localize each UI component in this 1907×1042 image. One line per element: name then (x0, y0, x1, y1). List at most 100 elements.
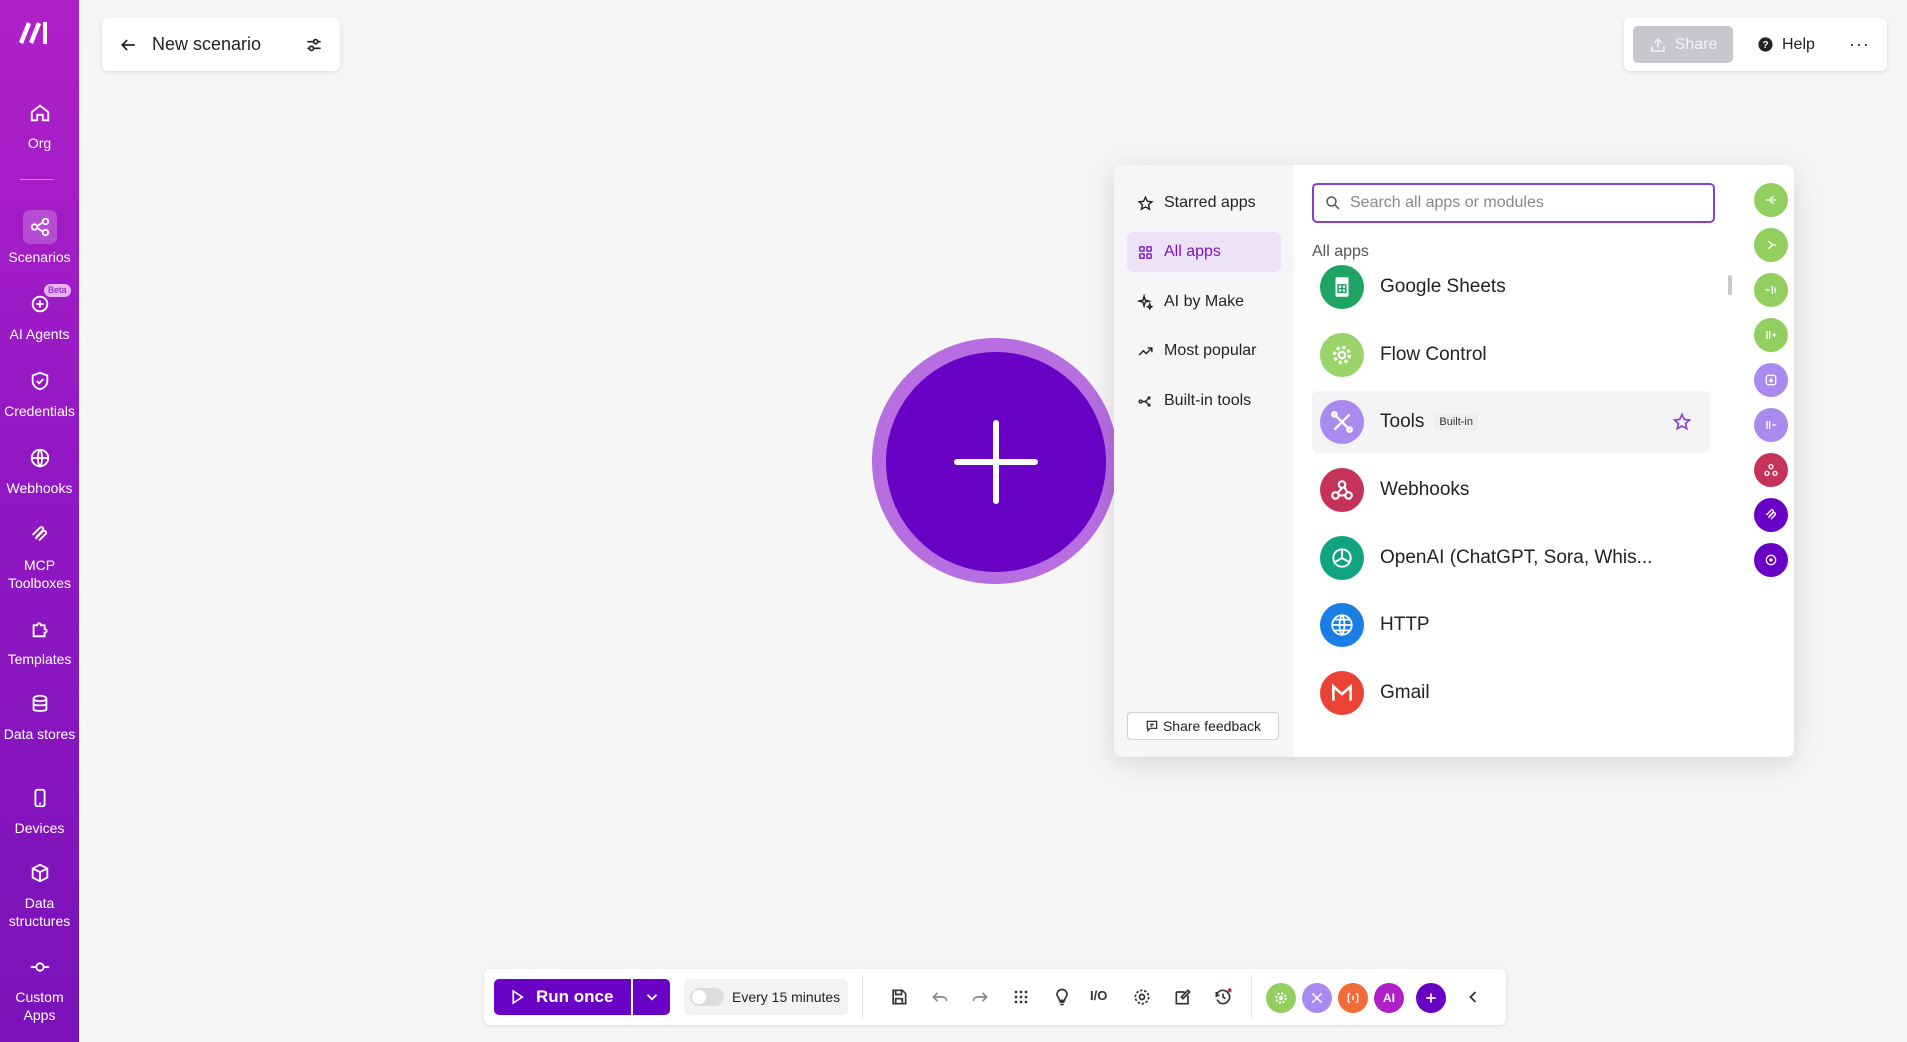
sidebar-item-custom-apps[interactable]: Custom Apps (0, 950, 79, 1024)
settings-gear-icon[interactable] (1132, 987, 1152, 1007)
sidebar-item-label: Data structures (8, 895, 71, 929)
app-item-tools[interactable]: Tools Built-in (1312, 391, 1710, 453)
globe-icon (30, 448, 49, 468)
text-parser-icon[interactable] (1338, 983, 1368, 1013)
run-once-button[interactable]: Run once (494, 979, 631, 1015)
share-feedback-button[interactable]: Share feedback (1127, 712, 1279, 740)
tools-icon[interactable] (1302, 983, 1332, 1013)
app-name: OpenAI (ChatGPT, Sora, Whis... (1380, 547, 1653, 568)
more-options-button[interactable]: ··· (1849, 34, 1870, 55)
flow-control-icon[interactable] (1266, 983, 1296, 1013)
share-button[interactable]: Share (1633, 26, 1733, 63)
search-icon (1326, 196, 1340, 210)
sidebar-item-ai-agents[interactable]: Beta AI Agents (0, 284, 79, 343)
notes-icon[interactable] (1173, 987, 1193, 1007)
sidebar-item-label: AI Agents (9, 326, 70, 342)
app-item-openai[interactable]: OpenAI (ChatGPT, Sora, Whis... (1312, 527, 1710, 589)
feedback-icon (1146, 720, 1158, 733)
make-logo-icon[interactable] (16, 18, 54, 46)
search-input[interactable] (1350, 194, 1710, 212)
sidebar-item-label: Custom Apps (15, 989, 64, 1023)
app-list-scrollbar[interactable] (1728, 275, 1732, 295)
sidebar-item-label: Org (27, 135, 52, 151)
built-in-badge: Built-in (1434, 414, 1478, 430)
scenario-header: New scenario (102, 18, 340, 71)
scenarios-icon (30, 217, 49, 237)
rail-ai-agent-icon[interactable] (1754, 543, 1788, 577)
rail-webhook-icon[interactable] (1754, 453, 1788, 487)
help-label: Help (1782, 35, 1815, 53)
settings-sliders-icon[interactable] (304, 35, 324, 55)
category-label: Built-in tools (1164, 392, 1252, 409)
sidebar-item-credentials[interactable]: Credentials (0, 364, 79, 420)
ai-module-icon[interactable]: AI (1374, 983, 1404, 1013)
category-most-popular[interactable]: Most popular (1127, 331, 1281, 371)
sidebar-item-webhooks[interactable]: Webhooks (0, 441, 79, 497)
add-module-toolbar-button[interactable] (1416, 983, 1446, 1013)
rail-text-aggregator-icon[interactable] (1754, 408, 1788, 442)
undo-icon[interactable] (930, 987, 950, 1007)
sidebar-item-data-stores[interactable]: Data stores (0, 687, 79, 743)
help-button[interactable]: ? Help (1757, 36, 1815, 54)
sidebar-item-mcp-toolboxes[interactable]: MCP Toolboxes (0, 518, 79, 592)
sidebar-item-devices[interactable]: Devices (0, 781, 79, 837)
chevron-left-icon[interactable] (1463, 987, 1483, 1007)
star-icon[interactable] (1672, 412, 1692, 432)
commit-icon (30, 962, 49, 972)
share-icon (1650, 37, 1665, 52)
schedule-control[interactable]: Every 15 minutes (684, 979, 848, 1015)
play-icon (512, 989, 524, 1005)
redo-icon[interactable] (970, 987, 990, 1007)
feedback-label: Share feedback (1162, 718, 1262, 734)
sidebar-item-scenarios[interactable]: Scenarios (0, 210, 79, 266)
rail-router-icon[interactable] (1754, 183, 1788, 217)
auto-align-icon[interactable] (1011, 987, 1031, 1007)
schedule-toggle[interactable] (690, 988, 724, 1006)
app-item-webhooks[interactable]: Webhooks (1312, 459, 1710, 521)
rail-aggregator-icon[interactable] (1754, 318, 1788, 352)
history-icon[interactable] (1213, 987, 1233, 1007)
openai-icon (1320, 536, 1364, 580)
rail-set-variable-icon[interactable] (1754, 363, 1788, 397)
io-toggle[interactable]: I/O (1090, 988, 1114, 1008)
share-label: Share (1674, 35, 1718, 53)
rail-merge-icon[interactable] (1754, 273, 1788, 307)
app-picker-panel: Starred apps All apps AI by Make Most po… (1114, 165, 1794, 757)
app-name: Gmail (1380, 682, 1430, 703)
sidebar-item-data-structures[interactable]: Data structures (0, 856, 79, 930)
app-item-google-sheets[interactable]: Google Sheets (1312, 256, 1710, 318)
run-options-dropdown[interactable] (633, 979, 670, 1015)
svg-text:?: ? (1762, 40, 1768, 51)
app-name: HTTP (1380, 614, 1430, 635)
category-all-apps[interactable]: All apps (1127, 232, 1281, 272)
rail-split-icon[interactable] (1754, 228, 1788, 262)
sidebar-item-org[interactable]: Org (0, 96, 79, 152)
category-starred-apps[interactable]: Starred apps (1127, 183, 1281, 223)
sidebar-item-templates[interactable]: Templates (0, 612, 79, 668)
app-item-flow-control[interactable]: Flow Control (1312, 324, 1710, 386)
app-search (1312, 183, 1715, 223)
gear-icon (1320, 333, 1364, 377)
sidebar: Org Scenarios Beta AI Agents Credentials… (0, 0, 79, 1042)
sidebar-divider (20, 179, 54, 180)
toolbar-divider (1251, 975, 1252, 1019)
sparkle-icon (1137, 293, 1154, 310)
tools-icon (1320, 400, 1364, 444)
app-item-http[interactable]: HTTP (1312, 594, 1710, 656)
back-arrow-icon[interactable] (118, 35, 138, 55)
lightbulb-icon[interactable] (1052, 987, 1072, 1007)
rail-mcp-icon[interactable] (1754, 498, 1788, 532)
save-icon[interactable] (889, 987, 909, 1007)
chevron-down-icon (646, 994, 657, 1001)
scenario-toolbar: Run once Every 15 minutes I/O AI (484, 969, 1506, 1025)
gmail-icon (1320, 671, 1364, 715)
add-module-button[interactable] (886, 352, 1106, 572)
scenario-title[interactable]: New scenario (152, 34, 290, 55)
app-item-gmail[interactable]: Gmail (1312, 662, 1710, 724)
app-name: Tools (1380, 411, 1425, 432)
cube-icon (31, 863, 48, 883)
category-ai-by-make[interactable]: AI by Make (1127, 282, 1281, 322)
top-right-actions: Share ? Help ··· (1624, 18, 1887, 71)
category-built-in-tools[interactable]: Built-in tools (1127, 381, 1281, 421)
schedule-label: Every 15 minutes (732, 989, 841, 1005)
